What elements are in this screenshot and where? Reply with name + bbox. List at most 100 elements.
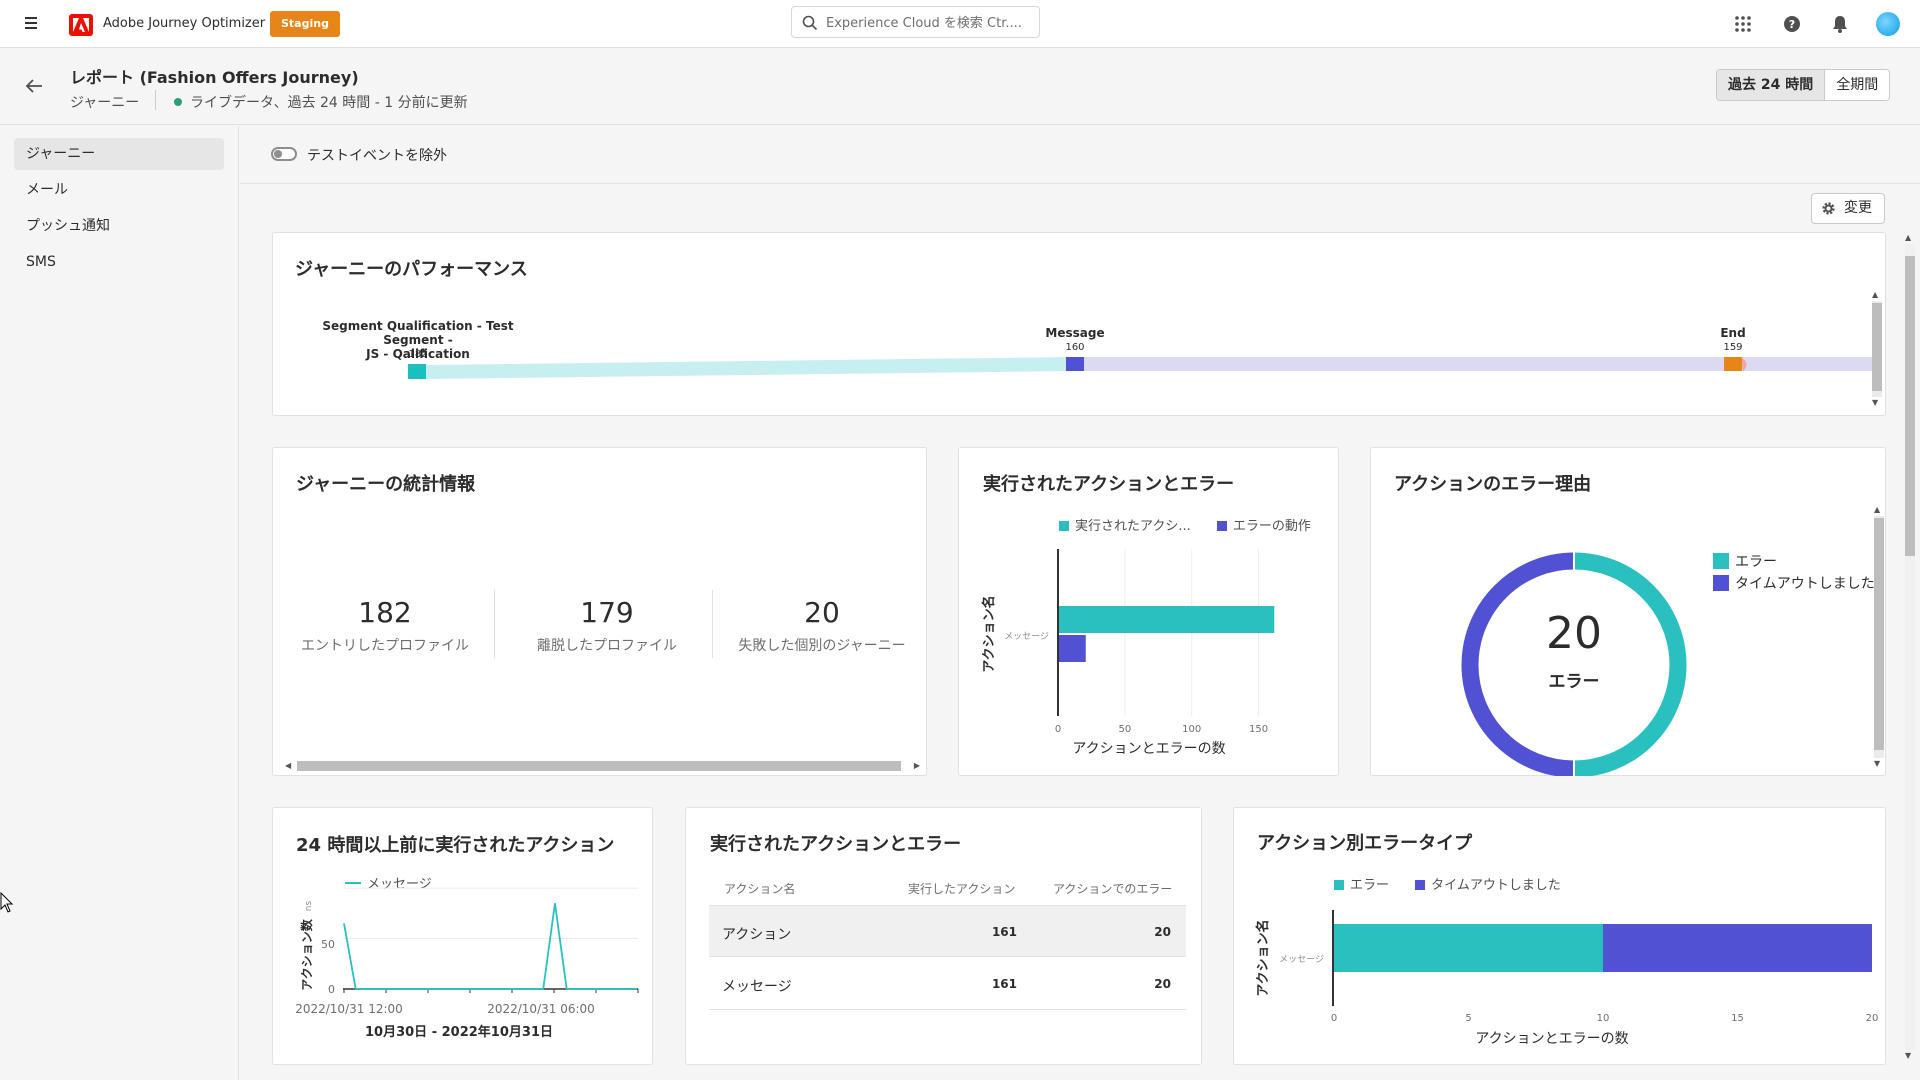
- legend-label: エラー: [1735, 554, 1777, 570]
- col-header-errors[interactable]: アクションでのエラー: [1053, 880, 1172, 897]
- col-header-executed[interactable]: 実行したアクション: [908, 880, 1015, 897]
- performance-scrollbar[interactable]: ▲ ▼: [1869, 289, 1882, 409]
- stats-hscrollbar[interactable]: ◀ ▶: [273, 757, 926, 775]
- err-scroll-up-icon[interactable]: ▲: [1874, 506, 1880, 514]
- flow-node-entry: [408, 364, 426, 379]
- page-scrollbar[interactable]: ▲ ▼: [1902, 232, 1915, 1062]
- x-axis-title: 10月30日 - 2022年10月31日: [365, 1024, 553, 1040]
- breadcrumb-divider: [155, 90, 156, 110]
- change-button-label: 変更: [1844, 200, 1872, 216]
- bar-segment-timeout: [1603, 924, 1872, 972]
- x-axis-title: アクションとエラーの数: [1475, 1031, 1628, 1047]
- row-action-name: アクション: [722, 927, 792, 943]
- search-icon: [802, 15, 818, 31]
- actions-table-title: 実行されたアクションとエラー: [710, 834, 962, 855]
- menu-icon[interactable]: [20, 14, 42, 34]
- y-category-label: メッセージ: [1279, 954, 1324, 965]
- stats-scroll-thumb[interactable]: [297, 761, 901, 771]
- range-last-24h-button[interactable]: 過去 24 時間: [1717, 70, 1826, 100]
- mouse-cursor-icon: [0, 892, 14, 913]
- stat-exited: 179 離脱したプロファイル: [522, 596, 692, 655]
- stat-entered-label: エントリしたプロファイル: [301, 638, 469, 654]
- filter-row: テストイベントを除外: [240, 126, 1920, 184]
- scroll-up-arrow-icon[interactable]: ▲: [1905, 234, 1911, 242]
- table-row[interactable]: アクション 161 20: [709, 905, 1186, 957]
- stat-failed-value: 20: [804, 596, 840, 629]
- flow-node-message-count: 160: [1065, 342, 1085, 353]
- y-axis-title: アクション数: [299, 918, 314, 990]
- donut-slice-timeout: [1461, 552, 1575, 776]
- exclude-test-events-toggle[interactable]: [271, 147, 297, 161]
- err-scroll-down-icon[interactable]: ▼: [1874, 760, 1880, 768]
- flow-node-end-label: End: [1720, 326, 1746, 340]
- perf-scroll-down-icon[interactable]: ▼: [1872, 399, 1878, 407]
- legend-swatch: [1713, 575, 1729, 591]
- adobe-logo-icon[interactable]: [69, 14, 93, 36]
- user-avatar[interactable]: [1876, 12, 1900, 36]
- x-tick-label: 10: [1597, 1013, 1610, 1024]
- change-button[interactable]: 変更: [1811, 193, 1885, 224]
- y-category-label: メッセージ: [1004, 631, 1049, 642]
- flow-node-entry-count: 182: [408, 349, 428, 360]
- apps-grid-icon[interactable]: [1732, 13, 1754, 35]
- page-title: レポート (Fashion Offers Journey): [70, 68, 359, 87]
- x-tick-label: 150: [1249, 724, 1268, 735]
- flow-node-message-label: Message: [1045, 326, 1105, 340]
- page-scrollbar-thumb[interactable]: [1905, 256, 1915, 556]
- flow-node-entry-label-line1: Segment Qualification - Test Segment -: [322, 319, 514, 347]
- notifications-bell-icon[interactable]: [1829, 13, 1851, 35]
- nav-item-journey[interactable]: ジャーニー: [14, 138, 224, 170]
- nav-item-push[interactable]: プッシュ通知: [14, 210, 224, 242]
- stat-entered: 182 エントリしたプロファイル: [300, 596, 470, 655]
- top-bar: Adobe Journey Optimizer Staging ?: [0, 0, 1920, 48]
- perf-scroll-thumb[interactable]: [1872, 303, 1882, 391]
- stats-scroll-left-icon[interactable]: ◀: [285, 762, 291, 770]
- flow-node-end: [1724, 357, 1742, 371]
- scroll-down-arrow-icon[interactable]: ▼: [1905, 1052, 1911, 1060]
- legend-swatch: [1713, 553, 1729, 569]
- help-icon[interactable]: ?: [1781, 13, 1803, 35]
- actions-errors-card: 実行されたアクションとエラー 実行されたアクシ... エラーの動作 0 50 100…: [958, 447, 1339, 776]
- error-reasons-legend: エラー タイムアウトしました: [1713, 551, 1875, 595]
- legend-item-timeout[interactable]: タイムアウトしました: [1713, 573, 1875, 595]
- stats-scroll-right-icon[interactable]: ▶: [914, 762, 920, 770]
- legend-item-error[interactable]: エラー: [1713, 551, 1875, 573]
- live-status-text: ライブデータ、過去 24 時間 - 1 分前に更新: [190, 95, 468, 111]
- back-arrow-icon[interactable]: [22, 74, 46, 98]
- stat-exited-value: 179: [580, 596, 634, 629]
- stat-failed: 20 失敗した個別のジャーニー: [732, 596, 912, 655]
- stat-exited-label: 離脱したプロファイル: [537, 638, 677, 654]
- col-header-action-name[interactable]: アクション名: [724, 880, 795, 897]
- range-all-time-button[interactable]: 全期間: [1825, 70, 1889, 100]
- row-errors: 20: [1154, 977, 1171, 991]
- staging-badge[interactable]: Staging: [270, 11, 340, 37]
- error-reasons-scrollbar[interactable]: ▲ ▼: [1871, 504, 1884, 770]
- search-box[interactable]: [791, 6, 1040, 38]
- x-axis-title: アクションとエラーの数: [1072, 741, 1225, 757]
- nav-item-sms[interactable]: SMS: [14, 246, 224, 278]
- y-axis-title: アクション名: [981, 595, 997, 672]
- row-action-name: メッセージ: [722, 979, 792, 995]
- x-tick-label: 0: [1331, 1013, 1337, 1024]
- live-status-dot-icon: [174, 98, 182, 106]
- report-header: レポート (Fashion Offers Journey) ジャーニー ライブデ…: [0, 48, 1920, 125]
- actions-errors-bar-chart: 0 50 100 150 メッセージ アクションとエラーの数 アクション名: [981, 549, 1275, 757]
- gear-icon: [1822, 202, 1835, 215]
- error-reasons-donut-chart: 20 エラー: [1461, 551, 1687, 776]
- app-name[interactable]: Adobe Journey Optimizer: [103, 16, 265, 31]
- y-axis-cut-glyph: ns: [304, 900, 314, 911]
- search-input[interactable]: [826, 13, 1026, 33]
- flow-node-message: [1066, 357, 1084, 371]
- bar-errors: [1059, 635, 1086, 662]
- legend-message: メッセージ: [367, 877, 432, 892]
- err-scroll-thumb[interactable]: [1874, 518, 1884, 750]
- perf-scroll-up-icon[interactable]: ▲: [1872, 291, 1878, 299]
- left-nav: ジャーニー メール プッシュ通知 SMS: [0, 126, 239, 1080]
- breadcrumb[interactable]: ジャーニー: [70, 92, 139, 112]
- nav-item-email[interactable]: メール: [14, 174, 224, 206]
- table-row[interactable]: メッセージ 161 20: [709, 958, 1186, 1010]
- actions-24h-card: 24 時間以上前に実行されたアクション メッセージ 50 0 アクション数 ns…: [272, 807, 653, 1065]
- y-tick-0: 0: [328, 983, 335, 996]
- donut-center-label: エラー: [1549, 672, 1600, 692]
- x-tick-2: 2022/10/31 06:00: [487, 1002, 595, 1016]
